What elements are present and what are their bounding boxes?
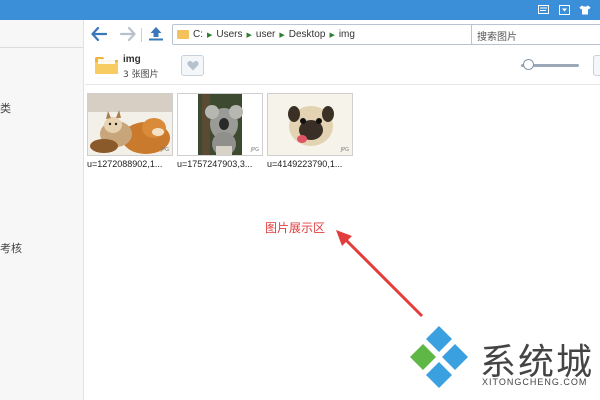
toolbar: C: ▶ Users ▶ user ▶ Desktop ▶ img 搜索图片: [85, 20, 600, 50]
message-icon[interactable]: [536, 3, 550, 16]
chevron-right-icon: ▶: [279, 31, 285, 39]
sidebar-item-label[interactable]: 考核: [0, 240, 22, 256]
heart-icon: [186, 61, 199, 71]
back-arrow-icon[interactable]: [90, 25, 108, 43]
title-bar: [0, 0, 600, 20]
sidebar: 类 考核: [0, 20, 84, 400]
forward-arrow-icon[interactable]: [119, 25, 137, 43]
view-toggle-button[interactable]: [593, 55, 600, 76]
breadcrumb-c[interactable]: C:: [193, 29, 203, 40]
watermark-logo: [406, 324, 472, 390]
jpg-badge: JPG: [160, 147, 169, 153]
sidebar-divider: [0, 47, 84, 48]
folder-info-bar: img 3 张图片: [85, 50, 600, 84]
file-name[interactable]: u=4149223790,1...: [267, 159, 342, 169]
chevron-right-icon: ▶: [329, 31, 335, 39]
zoom-slider-handle[interactable]: [523, 59, 534, 70]
breadcrumb-user[interactable]: user: [256, 29, 275, 40]
chevron-right-icon: ▶: [246, 31, 252, 39]
image-thumbnail[interactable]: JPG: [177, 93, 263, 156]
favorite-button[interactable]: [181, 55, 204, 76]
breadcrumb-desktop[interactable]: Desktop: [289, 29, 326, 40]
chevron-right-icon: ▶: [207, 31, 213, 39]
search-input[interactable]: 搜索图片: [471, 24, 600, 45]
image-count: 3 张图片: [123, 70, 159, 80]
file-name[interactable]: u=1757247903,3...: [177, 159, 252, 169]
folder-name: img: [123, 54, 141, 65]
jpg-badge: JPG: [340, 147, 349, 153]
folder-icon: [177, 30, 189, 39]
image-thumbnail[interactable]: JPG: [267, 93, 353, 156]
folder-icon: [94, 55, 119, 76]
skin-shirt-icon[interactable]: [578, 3, 592, 16]
breadcrumb-users[interactable]: Users: [216, 29, 242, 40]
file-name[interactable]: u=1272088902,1...: [87, 159, 162, 169]
sidebar-item-label[interactable]: 类: [0, 100, 11, 116]
menu-dropdown-icon[interactable]: [557, 3, 571, 16]
image-thumbnail[interactable]: JPG: [87, 93, 173, 156]
annotation-label: 图片展示区: [265, 221, 326, 235]
watermark-url: XITONGCHENG.COM: [482, 377, 588, 387]
breadcrumb-img[interactable]: img: [339, 29, 355, 40]
up-folder-icon[interactable]: [147, 25, 165, 43]
jpg-badge: JPG: [250, 147, 259, 153]
toolbar-separator: [141, 28, 142, 42]
